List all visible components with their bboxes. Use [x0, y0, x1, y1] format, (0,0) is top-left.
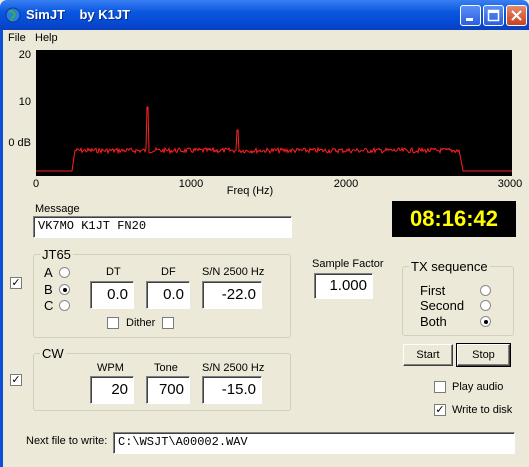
write-to-disk-label: Write to disk — [452, 404, 513, 416]
mode-c-label: C — [44, 298, 54, 313]
tx-both-radio[interactable] — [480, 316, 491, 327]
play-audio-label: Play audio — [452, 381, 504, 393]
message-input[interactable]: VK7MO K1JT FN20 — [33, 216, 292, 238]
cw-enable-checkbox[interactable]: ✓ — [10, 374, 22, 386]
jt65-enable-checkbox[interactable]: ✓ — [10, 277, 22, 289]
tone-input[interactable]: 700 — [146, 376, 190, 404]
minimize-icon — [466, 18, 473, 21]
close-button[interactable] — [506, 5, 527, 26]
next-file-input[interactable]: C:\WSJT\A00002.WAV — [113, 432, 515, 454]
menu-help[interactable]: Help — [35, 32, 58, 44]
simjt-window: SimJT by K1JT File Help 20 10 0 dB 0 100… — [0, 0, 529, 467]
dither-extra-checkbox[interactable] — [162, 317, 174, 329]
tx-both-label: Both — [420, 314, 447, 329]
next-file-label: Next file to write: — [26, 435, 108, 447]
wpm-label: WPM — [97, 362, 124, 374]
tx-first-label: First — [420, 283, 446, 298]
jt65-sn-label: S/N 2500 Hz — [202, 266, 265, 278]
mode-a-radio[interactable] — [59, 267, 70, 278]
tx-sequence-title: TX sequence — [409, 259, 490, 274]
start-button[interactable]: Start — [403, 344, 453, 366]
dither-label: Dither — [126, 317, 156, 329]
title-bar[interactable]: SimJT by K1JT — [0, 0, 529, 30]
y-tick-label: 20 — [18, 49, 31, 61]
minimize-button[interactable] — [460, 5, 481, 26]
x-tick-label: 0 — [32, 178, 40, 190]
mode-a-label: A — [44, 265, 53, 280]
mode-c-radio[interactable] — [59, 300, 70, 311]
df-label: DF — [161, 266, 176, 278]
y-tick-label: 10 — [18, 96, 31, 108]
dither-checkbox[interactable] — [107, 317, 119, 329]
tx-first-radio[interactable] — [480, 285, 491, 296]
write-to-disk-checkbox[interactable]: ✓ — [434, 404, 446, 416]
y-tick-label: 0 dB — [8, 137, 31, 149]
mode-b-label: B — [44, 282, 53, 297]
x-tick-label: 3000 — [497, 178, 523, 190]
play-audio-checkbox[interactable] — [434, 381, 446, 393]
maximize-button[interactable] — [483, 5, 504, 26]
dt-input[interactable]: 0.0 — [90, 281, 134, 309]
x-axis-title: Freq (Hz) — [226, 185, 274, 197]
utc-clock: 08:16:42 — [392, 201, 516, 237]
x-tick-label: 2000 — [333, 178, 359, 190]
tone-label: Tone — [154, 362, 178, 374]
sample-factor-input[interactable]: 1.000 — [314, 273, 373, 299]
jt65-group-title: JT65 — [40, 247, 73, 262]
menu-bar: File Help — [3, 30, 526, 48]
spectrum-plot — [36, 50, 512, 176]
cw-group-title: CW — [40, 346, 66, 361]
message-label: Message — [35, 203, 80, 215]
cw-sn-label: S/N 2500 Hz — [202, 362, 265, 374]
tx-second-label: Second — [420, 298, 465, 313]
dt-label: DT — [106, 266, 121, 278]
menu-file[interactable]: File — [8, 32, 26, 44]
app-globe-icon — [5, 7, 21, 23]
maximize-icon — [487, 9, 500, 22]
jt65-sn-input[interactable]: -22.0 — [202, 281, 262, 309]
df-input[interactable]: 0.0 — [146, 281, 190, 309]
tx-second-radio[interactable] — [480, 300, 491, 311]
close-icon — [511, 10, 522, 21]
window-title: SimJT by K1JT — [26, 7, 131, 22]
spectrum-svg — [36, 106, 512, 172]
spectrum-trace — [36, 106, 512, 172]
cw-sn-input[interactable]: -15.0 — [202, 376, 262, 404]
sample-factor-label: Sample Factor — [312, 258, 384, 270]
mode-b-radio[interactable] — [59, 284, 70, 295]
wpm-input[interactable]: 20 — [90, 376, 134, 404]
stop-button[interactable]: Stop — [456, 343, 511, 367]
